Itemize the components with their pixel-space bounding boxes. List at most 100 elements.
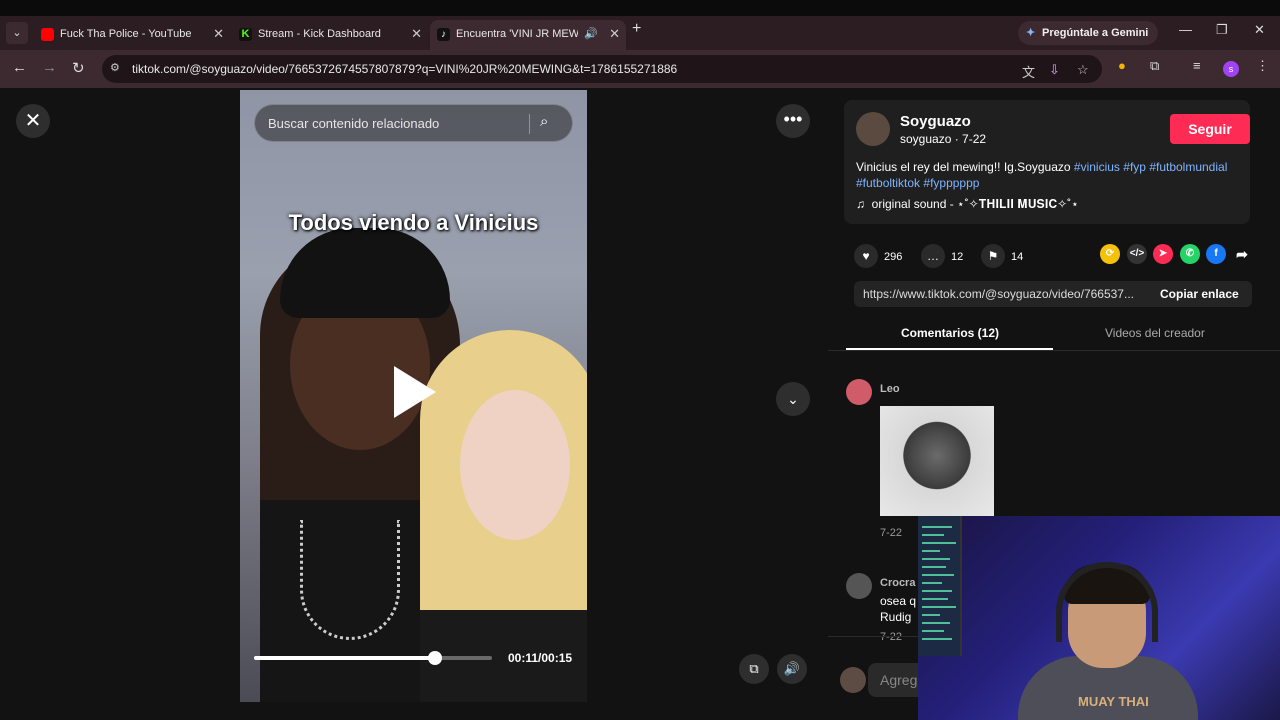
creator-avatar[interactable] — [856, 112, 890, 146]
follow-button[interactable]: Seguir — [1170, 114, 1250, 144]
tiktok-page: ✕ Buscar contenido relacionado ⌕ Todos v… — [0, 88, 1280, 720]
embed-icon[interactable]: </> — [1127, 244, 1147, 264]
hashtag-link[interactable]: #futboltiktok — [856, 176, 920, 190]
tab-title: Stream - Kick Dashboard — [258, 28, 381, 40]
translate-icon[interactable]: 文 — [1022, 62, 1035, 81]
panel-tabs: Comentarios (12) Videos del creador — [828, 324, 1280, 351]
close-tab-icon[interactable]: ✕ — [213, 20, 224, 48]
search-icon[interactable]: ⌕ — [540, 113, 548, 130]
forward-icon[interactable]: → — [42, 59, 57, 76]
minimize-icon[interactable]: — — [1179, 22, 1192, 37]
extension-color-icon[interactable]: ● — [1118, 58, 1126, 73]
gemini-label: Pregúntale a Gemini — [1042, 27, 1149, 39]
search-placeholder: Buscar contenido relacionado — [268, 116, 440, 131]
progress-fill — [254, 656, 435, 660]
tiktok-icon: ♪ — [437, 28, 450, 41]
extensions-icon[interactable]: ⧉ — [1150, 58, 1159, 74]
url-bar[interactable]: ⚙ tiktok.com/@soyguazo/video/76653726745… — [102, 55, 1102, 83]
back-icon[interactable]: ← — [12, 59, 27, 76]
tab-kick[interactable]: K Stream - Kick Dashboard ✕ — [232, 20, 428, 50]
tab-creator-videos[interactable]: Videos del creador — [1105, 326, 1205, 340]
video-progress-bar[interactable] — [254, 651, 492, 665]
like-button[interactable]: ♥ 296 — [854, 244, 903, 268]
play-icon[interactable] — [394, 366, 436, 418]
hashtag-link[interactable]: #vinicius — [1074, 160, 1120, 174]
maximize-icon[interactable]: ❐ — [1216, 22, 1228, 38]
close-video-button[interactable]: ✕ — [16, 104, 50, 138]
bookmark-icon: ⚑ — [981, 244, 1005, 268]
video-time: 00:11/00:15 — [508, 651, 573, 665]
next-video-button[interactable]: ⌄ — [776, 382, 810, 416]
top-strip — [0, 0, 1280, 16]
creator-handle-date: soyguazo · 7-22 — [900, 132, 987, 146]
hashtag-link[interactable]: #fyp — [1123, 160, 1146, 174]
progress-thumb[interactable] — [427, 651, 442, 665]
site-info-icon[interactable]: ⚙ — [110, 61, 120, 74]
floating-player-button[interactable]: ⧉ — [739, 654, 769, 684]
webcam-overlay: MUAY THAI — [918, 516, 1280, 720]
shirt-print: MUAY THAI — [1078, 694, 1149, 709]
comment-sticker-image[interactable] — [880, 406, 994, 516]
share-link-box[interactable]: https://www.tiktok.com/@soyguazo/video/7… — [854, 281, 1252, 307]
reload-icon[interactable]: ↻ — [72, 59, 85, 77]
gemini-button[interactable]: ✦ Pregúntale a Gemini — [1018, 21, 1159, 45]
music-note-icon: ♫ — [856, 197, 865, 211]
send-icon[interactable]: ➤ — [1153, 244, 1173, 264]
active-tab-indicator — [846, 348, 1053, 350]
bookmark-star-icon[interactable]: ☆ — [1077, 62, 1089, 78]
post-info-card: Soyguazo soyguazo · 7-22 Seguir Vinicius… — [844, 100, 1250, 224]
tab-title: Fuck Tha Police - YouTube — [60, 28, 192, 40]
tab-youtube[interactable]: Fuck Tha Police - YouTube ✕ — [34, 20, 230, 50]
comment-button[interactable]: … 12 — [921, 244, 964, 268]
description-text: Vinicius el rey del mewing!! Ig.Soyguazo — [856, 160, 1074, 174]
profile-avatar[interactable]: s — [1223, 61, 1239, 77]
my-avatar — [840, 667, 866, 693]
tab-title: Encuentra 'VINI JR MEWING — [456, 28, 578, 40]
comment-date: 7-22 — [880, 527, 903, 539]
volume-button[interactable]: 🔊 — [777, 654, 807, 684]
close-tab-icon[interactable]: ✕ — [411, 20, 422, 48]
share-arrow-icon[interactable]: ➦ — [1232, 244, 1252, 264]
address-bar-area: ← → ↻ ⚙ tiktok.com/@soyguazo/video/76653… — [0, 50, 1280, 88]
background-monitor — [918, 516, 962, 656]
tab-comments[interactable]: Comentarios (12) — [901, 326, 999, 340]
related-search-input[interactable]: Buscar contenido relacionado ⌕ — [254, 104, 573, 142]
save-button[interactable]: ⚑ 14 — [981, 244, 1023, 268]
tab-tiktok[interactable]: ♪ Encuentra 'VINI JR MEWING 🔊 ✕ — [430, 20, 626, 50]
post-description: Vinicius el rey del mewing!! Ig.Soyguazo… — [856, 159, 1246, 191]
url-text[interactable]: tiktok.com/@soyguazo/video/7665372674557… — [132, 62, 677, 76]
sound-name: original sound - ⋆˚✧𝐓𝐇𝐈𝐋𝐈𝐈 𝐌𝐔𝐒𝐈𝐂✧˚⋆ — [871, 197, 1079, 211]
youtube-icon — [41, 28, 54, 41]
more-options-button[interactable]: ••• — [776, 104, 810, 138]
install-icon[interactable]: ⇩ — [1049, 62, 1060, 78]
hashtag-link[interactable]: #futbolmundial — [1149, 160, 1227, 174]
video-player[interactable]: Buscar contenido relacionado ⌕ Todos vie… — [240, 90, 587, 702]
kick-icon: K — [239, 28, 252, 41]
close-tab-icon[interactable]: ✕ — [609, 20, 620, 48]
video-caption: Todos viendo a Vinicius — [288, 210, 539, 235]
gemini-icon: ✦ — [1026, 27, 1036, 39]
tab-search-button[interactable]: ⌄ — [6, 22, 28, 44]
share-link-url[interactable]: https://www.tiktok.com/@soyguazo/video/7… — [863, 287, 1145, 301]
comment-count: 12 — [951, 251, 964, 263]
hashtag-link[interactable]: #fypppppp — [923, 176, 979, 190]
repost-icon[interactable]: ⟳ — [1100, 244, 1120, 264]
creator-username[interactable]: Soyguazo — [900, 113, 971, 130]
close-window-icon[interactable]: ✕ — [1254, 22, 1265, 38]
sound-link[interactable]: ♫ original sound - ⋆˚✧𝐓𝐇𝐈𝐋𝐈𝐈 𝐌𝐔𝐒𝐈𝐂✧˚⋆ — [856, 197, 1079, 212]
menu-kebab-icon[interactable]: ⋮ — [1256, 58, 1269, 74]
whatsapp-icon[interactable]: ✆ — [1180, 244, 1200, 264]
audio-playing-icon[interactable]: 🔊 — [584, 20, 598, 48]
heart-icon: ♥ — [854, 244, 878, 268]
like-count: 296 — [884, 251, 903, 263]
facebook-icon[interactable]: f — [1206, 244, 1226, 264]
copy-link-button[interactable]: Copiar enlace — [1160, 287, 1239, 301]
comment-text: osea q — [880, 594, 917, 608]
comment-icon: … — [921, 244, 945, 268]
commenter-name[interactable]: Leo — [880, 383, 900, 395]
commenter-name[interactable]: Crocra — [880, 577, 915, 589]
commenter-avatar[interactable] — [846, 379, 872, 405]
new-tab-button[interactable]: + — [632, 20, 641, 38]
commenter-avatar[interactable] — [846, 573, 872, 599]
reading-list-icon[interactable]: ≡ — [1193, 58, 1201, 73]
